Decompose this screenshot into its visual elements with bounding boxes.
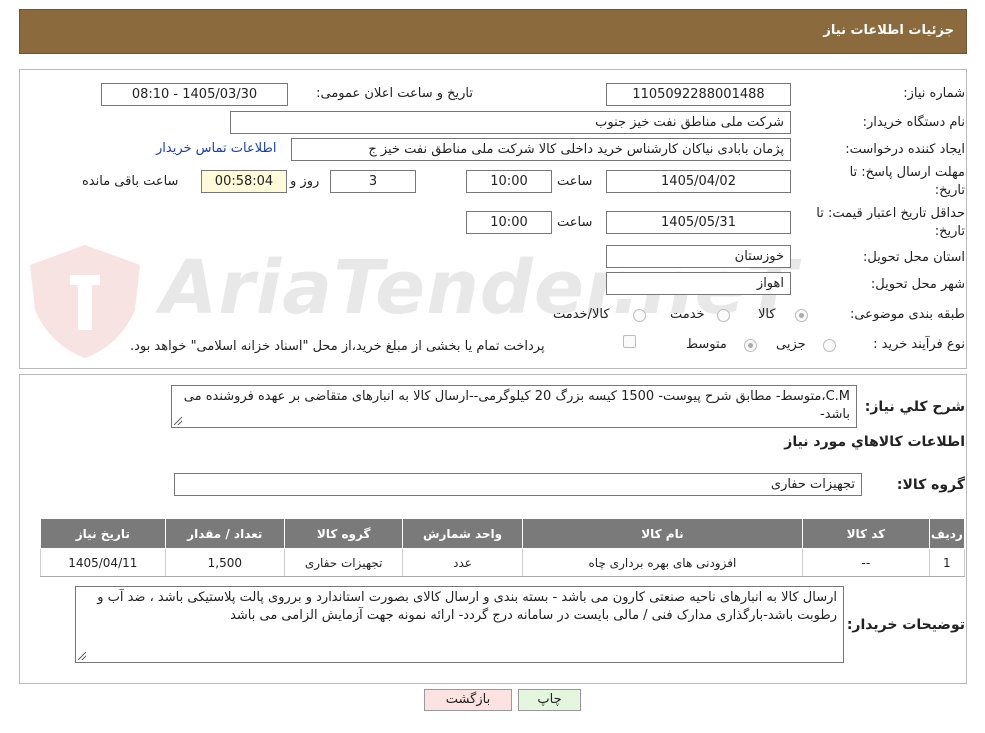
cell-qty: 1,500 xyxy=(164,548,286,577)
print-button[interactable]: چاپ xyxy=(518,689,581,711)
price-validity-date-field: 1405/05/31 xyxy=(606,211,791,234)
col-unit: واحد شمارش xyxy=(402,518,523,549)
requester-label: ایجاد کننده درخواست: xyxy=(845,142,965,157)
buyer-org-field: شرکت ملی مناطق نفت خیز جنوب xyxy=(230,111,791,134)
treasury-checkbox[interactable] xyxy=(623,335,636,348)
requester-field: پژمان بابادی نیاکان کارشناس خرید داخلی ک… xyxy=(291,138,791,161)
price-time-label: ساعت xyxy=(557,215,593,230)
remaining-label: ساعت باقی مانده xyxy=(82,174,179,189)
process-label: نوع فرآیند خرید : xyxy=(873,337,965,352)
summary-field: C.M،متوسط- مطابق شرح پیوست- 1500 کیسه بز… xyxy=(171,385,857,428)
col-group: گروه کالا xyxy=(283,518,404,549)
col-name: نام کالا xyxy=(521,518,804,549)
col-row: ردیف xyxy=(928,518,966,549)
remaining-time-field: 00:58:04 xyxy=(201,170,287,193)
price-validity-label: حداقل تاریخ اعتبار قیمت: تا xyxy=(816,206,965,221)
summary-resize-handle[interactable] xyxy=(174,417,182,425)
page-header: جزئیات اطلاعات نیاز xyxy=(19,9,967,54)
need-number-field: 1105092288001488 xyxy=(606,83,791,106)
buyer-notes-text: ارسال کالا به انبارهای ناحیه صنعتی کارون… xyxy=(97,590,837,623)
need-number-label: شماره نیاز: xyxy=(903,86,965,101)
category-service-label: خدمت xyxy=(670,307,705,322)
reply-time-label: ساعت xyxy=(557,174,593,189)
summary-label: شرح کلي نياز: xyxy=(864,399,965,415)
process-small-label: جزیی xyxy=(776,337,806,352)
province-field: خوزستان xyxy=(606,245,791,268)
buyer-notes-field: ارسال کالا به انبارهای ناحیه صنعتی کارون… xyxy=(75,586,844,663)
days-label: روز و xyxy=(290,174,320,189)
price-time-field: 10:00 xyxy=(466,211,552,234)
col-date: تاریخ نیاز xyxy=(40,518,166,549)
category-both-label: کالا/خدمت xyxy=(553,307,610,322)
category-label: طبقه بندی موضوعی: xyxy=(849,307,965,322)
buyer-notes-label: توضیحات خریدار: xyxy=(846,617,965,633)
process-small-radio[interactable] xyxy=(823,339,836,352)
goods-table-header: ردیف کد کالا نام کالا واحد شمارش گروه کا… xyxy=(40,518,966,549)
reply-deadline-label-2: تاریخ: xyxy=(934,183,965,198)
announce-field: 1405/03/30 - 08:10 xyxy=(101,83,288,106)
process-medium-radio[interactable] xyxy=(744,339,757,352)
announce-label: تاریخ و ساعت اعلان عمومی: xyxy=(316,86,473,101)
cell-date: 1405/04/11 xyxy=(40,548,166,577)
reply-time-field: 10:00 xyxy=(466,170,552,193)
col-qty: تعداد / مقدار xyxy=(164,518,286,549)
process-medium-label: متوسط xyxy=(686,337,727,352)
city-label: شهر محل تحویل: xyxy=(870,277,965,292)
goods-info-title: اطلاعات کالاهاي مورد نياز xyxy=(784,434,965,450)
cell-group: تجهیزات حفاری xyxy=(283,548,404,577)
cell-unit: عدد xyxy=(402,548,523,577)
back-button[interactable]: بازگشت xyxy=(424,689,512,711)
goods-group-field: تجهیزات حفاری xyxy=(174,473,862,496)
table-row: 1 -- افزودنی های بهره برداری چاه عدد تجه… xyxy=(40,548,966,577)
category-service-radio[interactable] xyxy=(717,309,730,322)
treasury-note: پرداخت تمام یا بخشی از مبلغ خرید،از محل … xyxy=(130,339,545,354)
summary-text: C.M،متوسط- مطابق شرح پیوست- 1500 کیسه بز… xyxy=(183,389,850,422)
category-goods-radio[interactable] xyxy=(795,309,808,322)
page-title: جزئیات اطلاعات نیاز xyxy=(823,23,954,38)
category-both-radio[interactable] xyxy=(633,309,646,322)
city-field: اهواز xyxy=(606,272,791,295)
buyer-contact-link[interactable]: اطلاعات تماس خریدار xyxy=(156,141,276,156)
province-label: استان محل تحویل: xyxy=(863,250,965,265)
goods-group-label: گروه کالا: xyxy=(896,477,965,493)
reply-date-field: 1405/04/02 xyxy=(606,170,791,193)
cell-code: -- xyxy=(802,548,930,577)
cell-row: 1 xyxy=(928,548,966,577)
reply-deadline-label: مهلت ارسال پاسخ: تا xyxy=(849,165,965,180)
cell-name: افزودنی های بهره برداری چاه xyxy=(521,548,804,577)
buyer-org-label: نام دستگاه خریدار: xyxy=(862,115,965,130)
reply-days-field: 3 xyxy=(330,170,416,193)
goods-table: ردیف کد کالا نام کالا واحد شمارش گروه کا… xyxy=(40,518,966,577)
notes-resize-handle[interactable] xyxy=(78,652,86,660)
category-goods-label: کالا xyxy=(758,307,776,322)
price-validity-label-2: تاریخ: xyxy=(934,224,965,239)
col-code: کد کالا xyxy=(802,518,930,549)
